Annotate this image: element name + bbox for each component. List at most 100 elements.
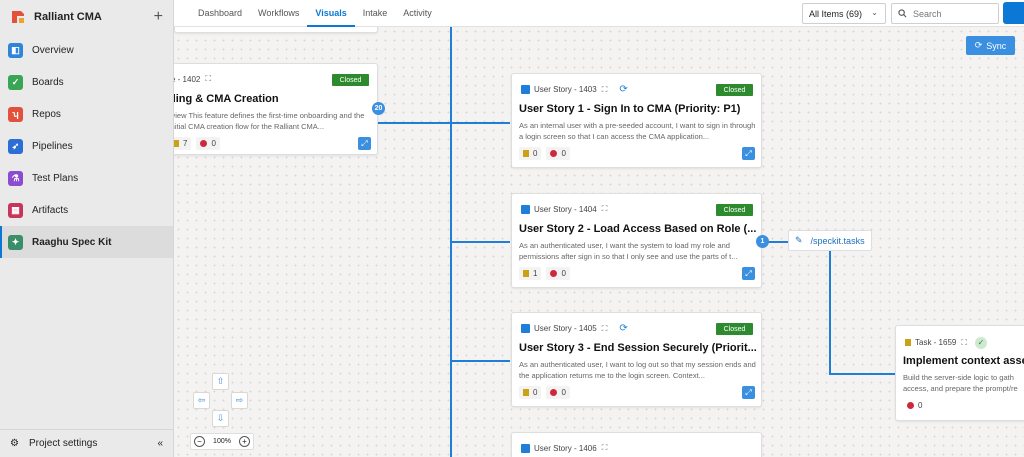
sidebar-item-artifacts[interactable]: ▦ Artifacts [0, 194, 173, 226]
speckit-label: /speckit.tasks [810, 235, 865, 246]
partial-card[interactable] [174, 27, 378, 33]
bug-icon [907, 402, 914, 409]
card-id: Task - 1659 [915, 338, 957, 347]
pan-down-button[interactable]: ⇩ [212, 410, 229, 427]
sidebar-item-label: Overview [32, 44, 74, 56]
card-footer: 0 0 [519, 147, 575, 160]
card-title[interactable]: User Story 2 - Load Access Based on Role… [519, 223, 756, 235]
task-count-chip: 7 [174, 137, 192, 150]
pan-left-button[interactable]: ⇦ [193, 392, 210, 409]
task-count: 1 [533, 269, 538, 278]
card-title[interactable]: Implement context assen [903, 355, 1024, 367]
bug-count-chip: 0 [903, 399, 926, 412]
speckit-tasks-node[interactable]: ✎ /speckit.tasks [788, 230, 872, 251]
card-title[interactable]: User Story 1 - Sign In to CMA (Priority:… [519, 103, 740, 115]
chevron-down-icon: ⌄ [871, 8, 878, 17]
bug-count: 0 [561, 269, 566, 278]
task-count: 0 [533, 149, 538, 158]
status-badge: Closed [716, 204, 753, 216]
bug-icon [200, 140, 208, 147]
tab-bar: Dashboard Workflows Visuals Intake Activ… [190, 0, 440, 27]
expand-icon[interactable]: ⛶ [961, 338, 967, 348]
sidebar-item-test-plans[interactable]: ⚗ Test Plans [0, 162, 173, 194]
task-icon [174, 140, 179, 147]
sync-status-icon: ⟳ [619, 84, 628, 95]
story-card[interactable]: User Story - 1404 ⛶ Closed User Story 2 … [511, 193, 762, 288]
link-button[interactable]: ⤢ [358, 137, 371, 150]
filter-label: All Items (69) [809, 8, 863, 19]
expand-icon[interactable]: ⛶ [205, 74, 211, 84]
sidebar-item-spec-kit[interactable]: ✦ Raaghu Spec Kit [0, 226, 173, 258]
task-card[interactable]: Task - 1659 ⛶ ✓ Implement context assen … [895, 325, 1024, 421]
sidebar: Ralliant CMA + ◧ Overview ✓ Boards ʮ Rep… [0, 0, 174, 457]
feature-card[interactable]: e - 1402 ⛶ Closed ding & CMA Creation rv… [174, 63, 378, 155]
task-count-chip: 1 [519, 267, 542, 280]
card-title[interactable]: ding & CMA Creation [174, 93, 279, 105]
card-description: As an authenticated user, I want to log … [519, 360, 756, 380]
book-icon [521, 324, 530, 333]
story-card[interactable]: User Story - 1405 ⛶ ⟳ Closed User Story … [511, 312, 762, 407]
tab-activity[interactable]: Activity [395, 0, 440, 27]
sidebar-item-boards[interactable]: ✓ Boards [0, 66, 173, 98]
sync-button[interactable]: ⟳ Sync [966, 36, 1015, 55]
sidebar-item-repos[interactable]: ʮ Repos [0, 98, 173, 130]
org-logo-icon [12, 11, 24, 23]
zoom-control: − 100% + [190, 433, 254, 450]
card-id: User Story - 1406 [534, 443, 597, 453]
status-badge: Closed [332, 74, 369, 86]
sync-label: Sync [986, 40, 1007, 51]
items-filter-dropdown[interactable]: All Items (69) ⌄ [802, 3, 886, 24]
sidebar-item-overview[interactable]: ◧ Overview [0, 34, 173, 66]
bug-count-chip: 0 [196, 137, 220, 150]
expand-icon[interactable]: ⛶ [602, 85, 608, 95]
link-button[interactable]: ⤢ [742, 147, 755, 160]
link-button[interactable]: ⤢ [742, 267, 755, 280]
bug-icon [550, 270, 558, 277]
child-count-badge[interactable]: 1 [756, 235, 769, 248]
expand-icon[interactable]: ⛶ [602, 324, 608, 334]
link-button[interactable]: ⤢ [742, 386, 755, 399]
tab-workflows[interactable]: Workflows [250, 0, 307, 27]
tab-dashboard[interactable]: Dashboard [190, 0, 250, 27]
add-icon[interactable]: + [154, 8, 163, 26]
story-card[interactable]: User Story - 1406 ⛶ [511, 432, 762, 457]
search-input[interactable]: Search [891, 3, 999, 24]
card-header: User Story - 1404 ⛶ [521, 204, 607, 214]
status-badge: Closed [716, 323, 753, 335]
panel-toggle-button[interactable] [1003, 2, 1024, 24]
project-settings[interactable]: ⚙ Project settings « [0, 429, 173, 457]
zoom-level: 100% [213, 438, 231, 445]
magic-wand-icon: ✎ [795, 235, 803, 245]
zoom-out-icon[interactable]: − [194, 436, 205, 447]
collapse-icon[interactable]: « [157, 438, 163, 449]
zoom-in-icon[interactable]: + [239, 436, 250, 447]
task-icon [905, 339, 911, 346]
project-settings-label: Project settings [28, 438, 98, 449]
expand-icon[interactable]: ⛶ [602, 204, 608, 214]
sidebar-item-pipelines[interactable]: ➶ Pipelines [0, 130, 173, 162]
bug-icon [550, 389, 558, 396]
org-name[interactable]: Ralliant CMA [34, 11, 154, 23]
card-title[interactable]: User Story 3 - End Session Securely (Pri… [519, 342, 757, 354]
gear-icon: ⚙ [10, 438, 19, 449]
expand-icon[interactable]: ⛶ [602, 443, 608, 453]
pan-right-button[interactable]: ⇨ [231, 392, 248, 409]
overview-icon: ◧ [8, 42, 23, 58]
sidebar-item-label: Raaghu Spec Kit [32, 236, 112, 248]
card-id: User Story - 1403 [534, 85, 597, 94]
card-description: As an authenticated user, I want the sys… [519, 241, 738, 261]
tab-intake[interactable]: Intake [355, 0, 396, 27]
pan-up-button[interactable]: ⇧ [212, 373, 229, 390]
tab-visuals[interactable]: Visuals [307, 0, 355, 27]
story-card[interactable]: User Story - 1403 ⛶ ⟳ Closed User Story … [511, 73, 762, 168]
sync-icon: ⟳ [974, 40, 983, 50]
connector [829, 373, 895, 375]
sidebar-item-label: Artifacts [32, 204, 69, 216]
check-icon: ✓ [974, 336, 987, 349]
bug-count-chip: 0 [546, 386, 570, 399]
child-count-badge[interactable]: 20 [372, 102, 385, 115]
search-placeholder: Search [913, 8, 942, 19]
card-header: User Story - 1405 ⛶ ⟳ [521, 323, 628, 334]
bug-count: 0 [561, 149, 566, 158]
visuals-canvas[interactable]: ⟳ Sync e - 1402 ⛶ Closed ding & CMA Crea… [174, 27, 1024, 457]
